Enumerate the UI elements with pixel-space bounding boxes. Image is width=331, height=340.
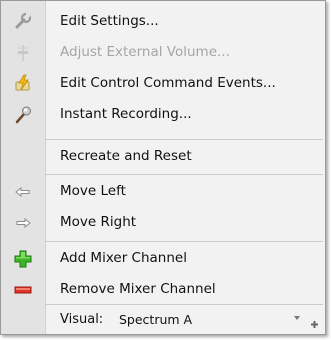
menu-separator: [46, 139, 323, 140]
arrow-right-icon: [13, 213, 33, 233]
chevron-down-icon[interactable]: [294, 316, 300, 320]
menu-item-edit-settings[interactable]: Edit Settings...: [1, 6, 325, 37]
menu-item-label: Recreate and Reset: [60, 148, 192, 164]
menu-item-label: Adjust External Volume...: [60, 44, 230, 60]
menu-item-label: Move Left: [60, 183, 126, 199]
menu-separator: [46, 241, 323, 242]
menu-item-label: Move Right: [60, 214, 137, 230]
menu-item-remove-mixer-channel[interactable]: Remove Mixer Channel: [1, 274, 325, 305]
menu-item-add-mixer-channel[interactable]: Add Mixer Channel: [1, 243, 325, 274]
add-visual-icon[interactable]: [310, 314, 319, 328]
menu-item-recreate-and-reset[interactable]: Recreate and Reset: [1, 141, 325, 172]
visual-selector-row: Visual: Spectrum A: [1, 305, 325, 334]
menu-item-edit-control-command-events[interactable]: Edit Control Command Events...: [1, 68, 325, 99]
plus-icon: [13, 249, 33, 269]
menu-item-instant-recording[interactable]: Instant Recording...: [1, 99, 325, 130]
menu-item-label: Edit Settings...: [60, 13, 159, 29]
menu-item-move-right[interactable]: Move Right: [1, 207, 325, 238]
menu-item-move-left[interactable]: Move Left: [1, 176, 325, 207]
menu-separator: [46, 174, 323, 175]
context-menu: Edit Settings... Adjust External Volume.…: [0, 0, 326, 335]
lightning-icon: [13, 74, 33, 94]
microphone-icon: [13, 105, 33, 125]
fader-icon: [13, 43, 33, 63]
visual-label: Visual:: [60, 312, 104, 327]
menu-item-label: Remove Mixer Channel: [60, 281, 216, 297]
menu-item-label: Instant Recording...: [60, 106, 192, 122]
menu-item-adjust-external-volume[interactable]: Adjust External Volume...: [1, 37, 325, 68]
arrow-left-icon: [13, 182, 33, 202]
wrench-icon: [13, 12, 33, 32]
minus-icon: [13, 280, 33, 300]
menu-item-label: Edit Control Command Events...: [60, 75, 276, 91]
visual-dropdown[interactable]: Spectrum A: [119, 305, 192, 334]
menu-item-label: Add Mixer Channel: [60, 250, 187, 266]
